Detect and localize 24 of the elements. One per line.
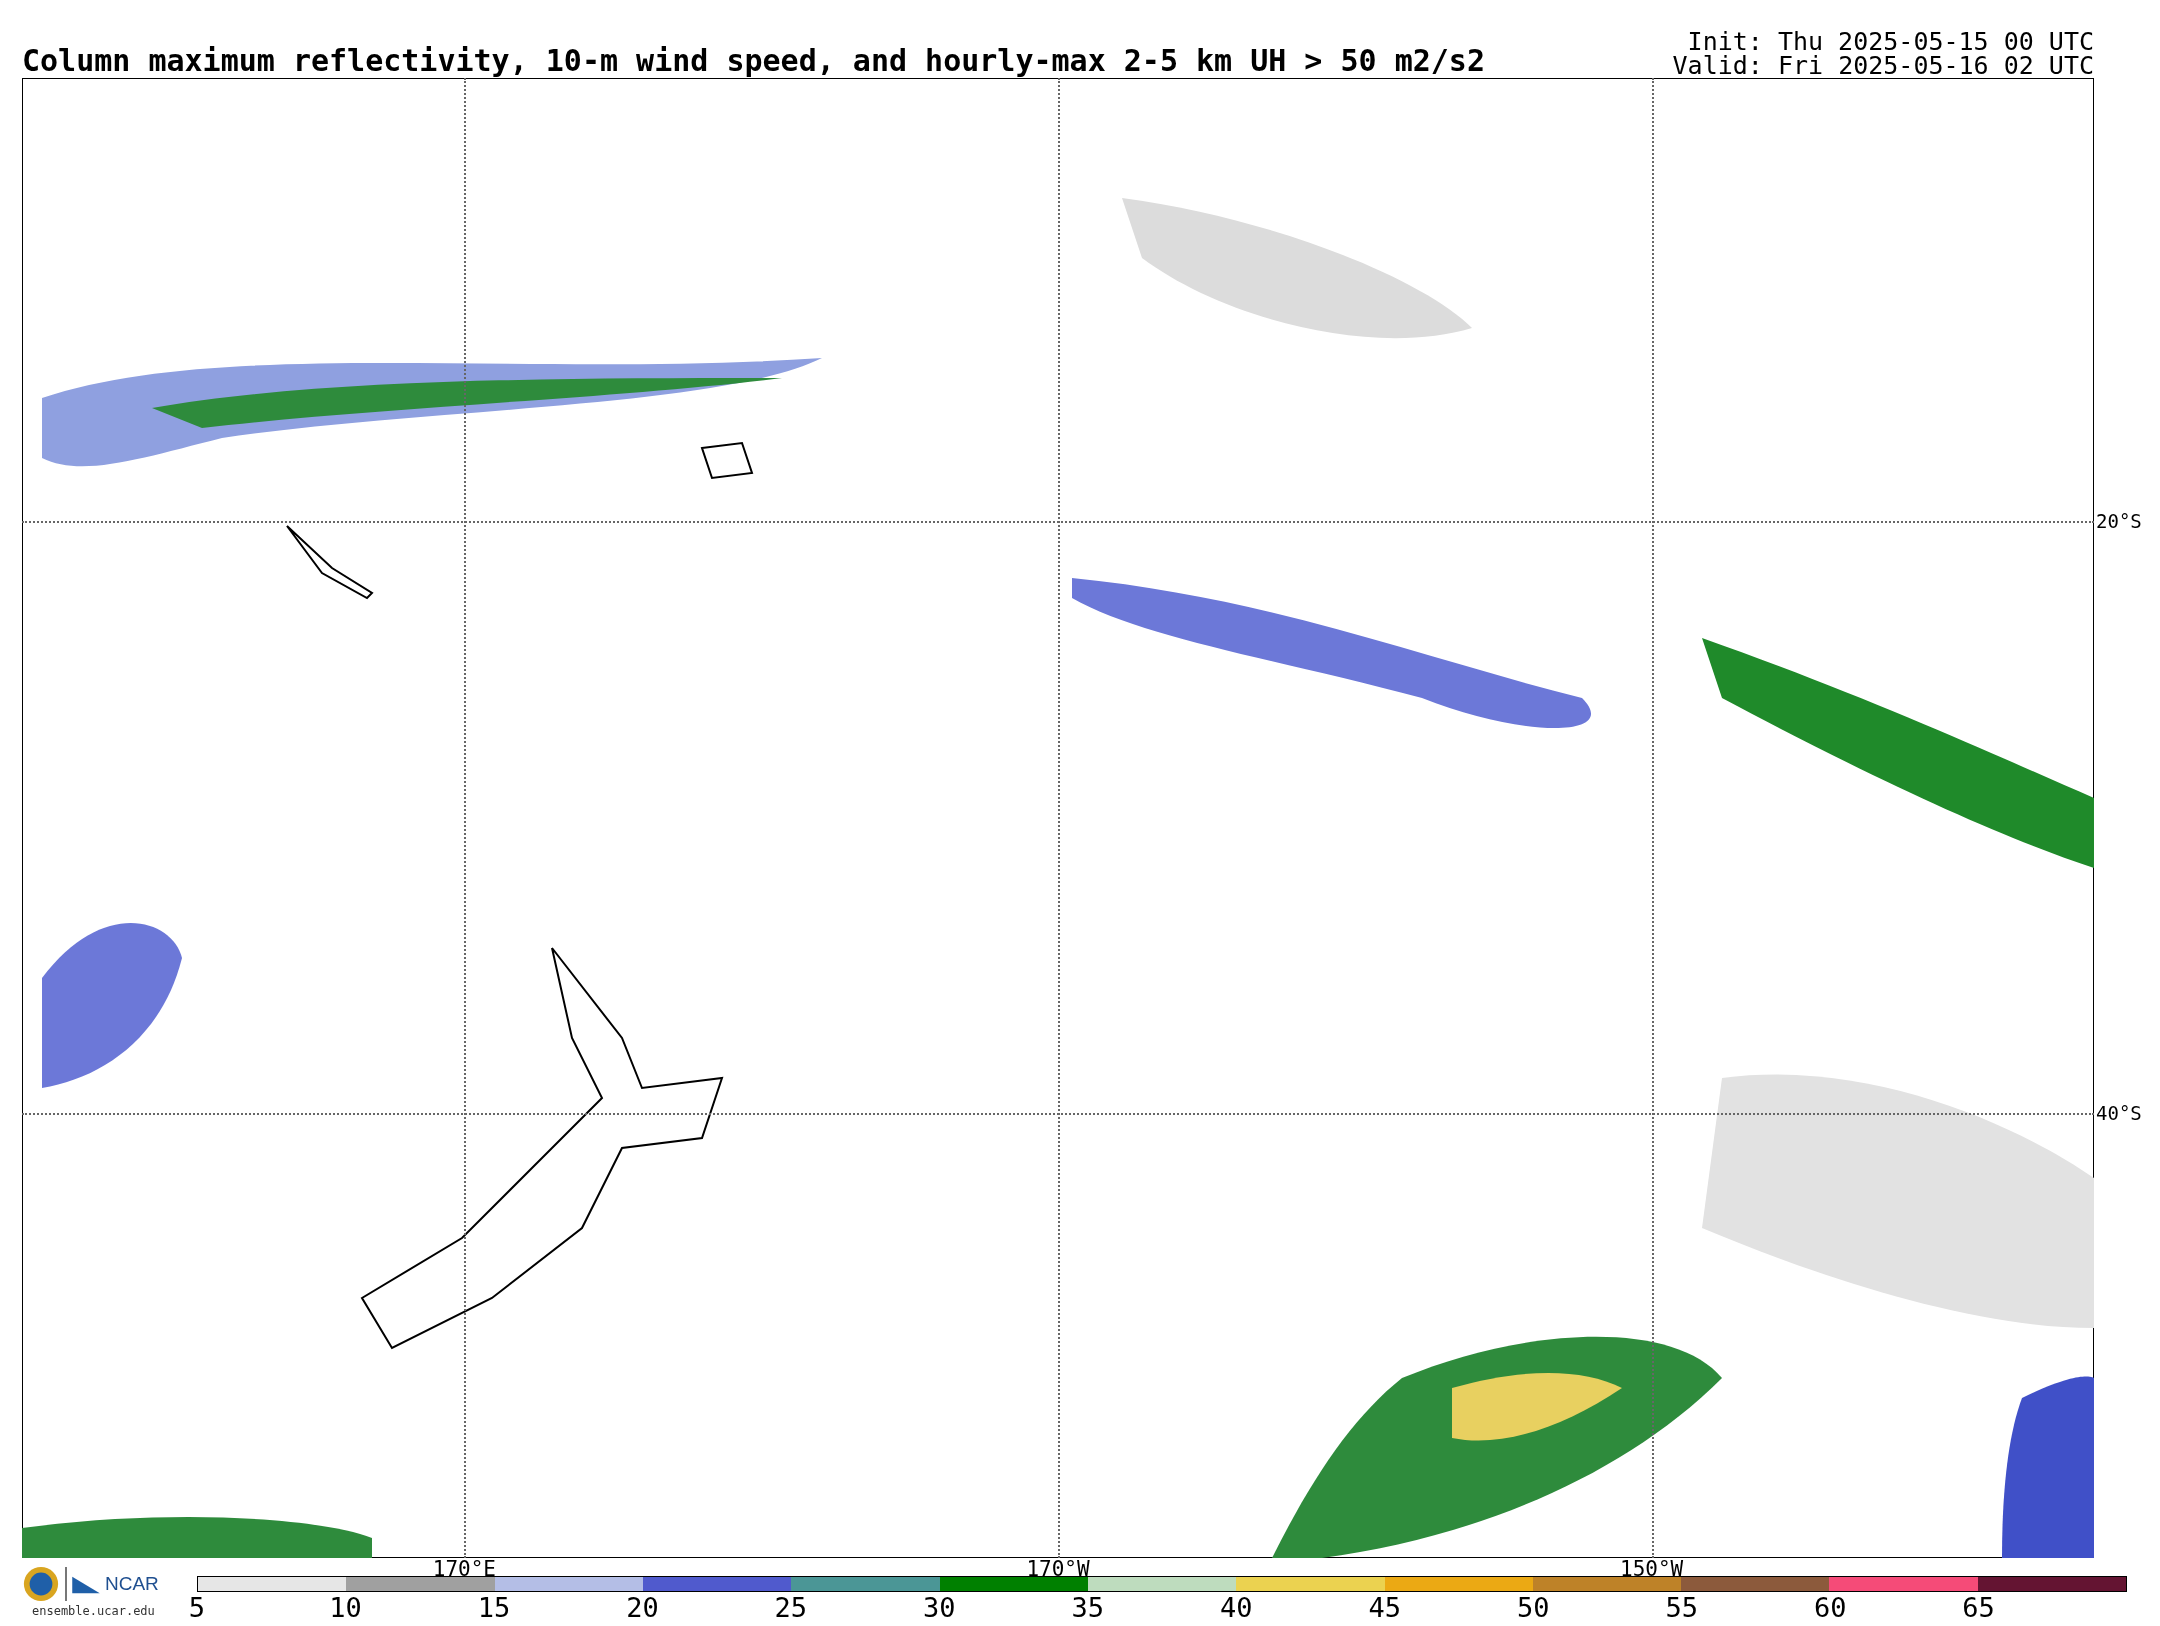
colorbar-tick: 45	[1368, 1592, 1401, 1624]
ncar-logo: NCAR	[105, 1573, 159, 1595]
valid-time: Valid: Fri 2025-05-16 02 UTC	[1672, 54, 2094, 78]
site-url: ensemble.ucar.edu	[32, 1604, 155, 1618]
colorbar-tick: 35	[1071, 1592, 1105, 1624]
colorbar-tick: 40	[1220, 1592, 1253, 1624]
colorbar-tick: 20	[626, 1592, 659, 1624]
latitude-label: 20°S	[2096, 509, 2142, 532]
colorbar-tick: 15	[477, 1592, 511, 1624]
colorbar-tick: 5	[188, 1592, 206, 1624]
colorbar-tick: 65	[1962, 1592, 1995, 1624]
longitude-label: 170°E	[432, 1558, 496, 1580]
longitude-label: 170°W	[1026, 1558, 1090, 1580]
colorbar-tick: 30	[923, 1592, 956, 1624]
colorbar-tick: 55	[1665, 1592, 1698, 1624]
chart-title: Column maximum reflectivity, 10-m wind speed, and hourly-max 2-5 km UH > 50 m2/s2	[22, 46, 1485, 78]
init-time: Init: Thu 2025-05-15 00 UTC	[1687, 30, 2094, 54]
longitude-label: 150°W	[1620, 1558, 1684, 1580]
latitude-label: 40°S	[2096, 1101, 2142, 1124]
colorbar-tick: 60	[1813, 1592, 1847, 1624]
colorbar-tick: 25	[774, 1592, 808, 1624]
seal-icon	[22, 1565, 60, 1603]
colorbar-tick: 50	[1516, 1592, 1550, 1624]
colorbar-tick: 10	[329, 1592, 362, 1624]
